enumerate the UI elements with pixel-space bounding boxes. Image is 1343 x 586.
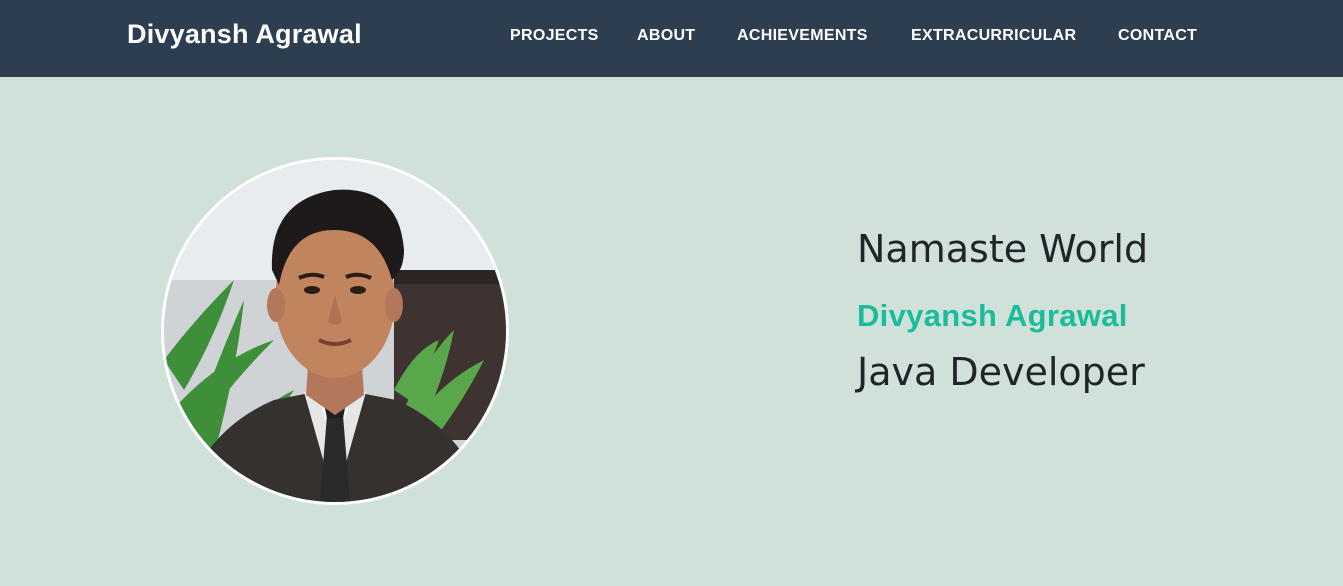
navbar: Divyansh Agrawal PROJECTS ABOUT ACHIEVEM… — [0, 0, 1343, 77]
nav-item-projects[interactable]: PROJECTS — [510, 27, 599, 45]
nav-item-extracurricular[interactable]: EXTRACURRICULAR — [911, 27, 1076, 45]
avatar — [161, 157, 509, 505]
nav-item-achievements[interactable]: ACHIEVEMENTS — [737, 27, 868, 45]
hero-name: Divyansh Agrawal — [857, 298, 1128, 333]
hero-greeting: Namaste World — [857, 227, 1149, 271]
profile-photo — [164, 160, 506, 502]
hero-role: Java Developer — [857, 350, 1145, 394]
nav-item-contact[interactable]: CONTACT — [1118, 27, 1197, 45]
nav-item-about[interactable]: ABOUT — [637, 27, 695, 45]
hero-section: Namaste World Divyansh Agrawal Java Deve… — [0, 77, 1343, 586]
brand-link[interactable]: Divyansh Agrawal — [127, 19, 362, 50]
